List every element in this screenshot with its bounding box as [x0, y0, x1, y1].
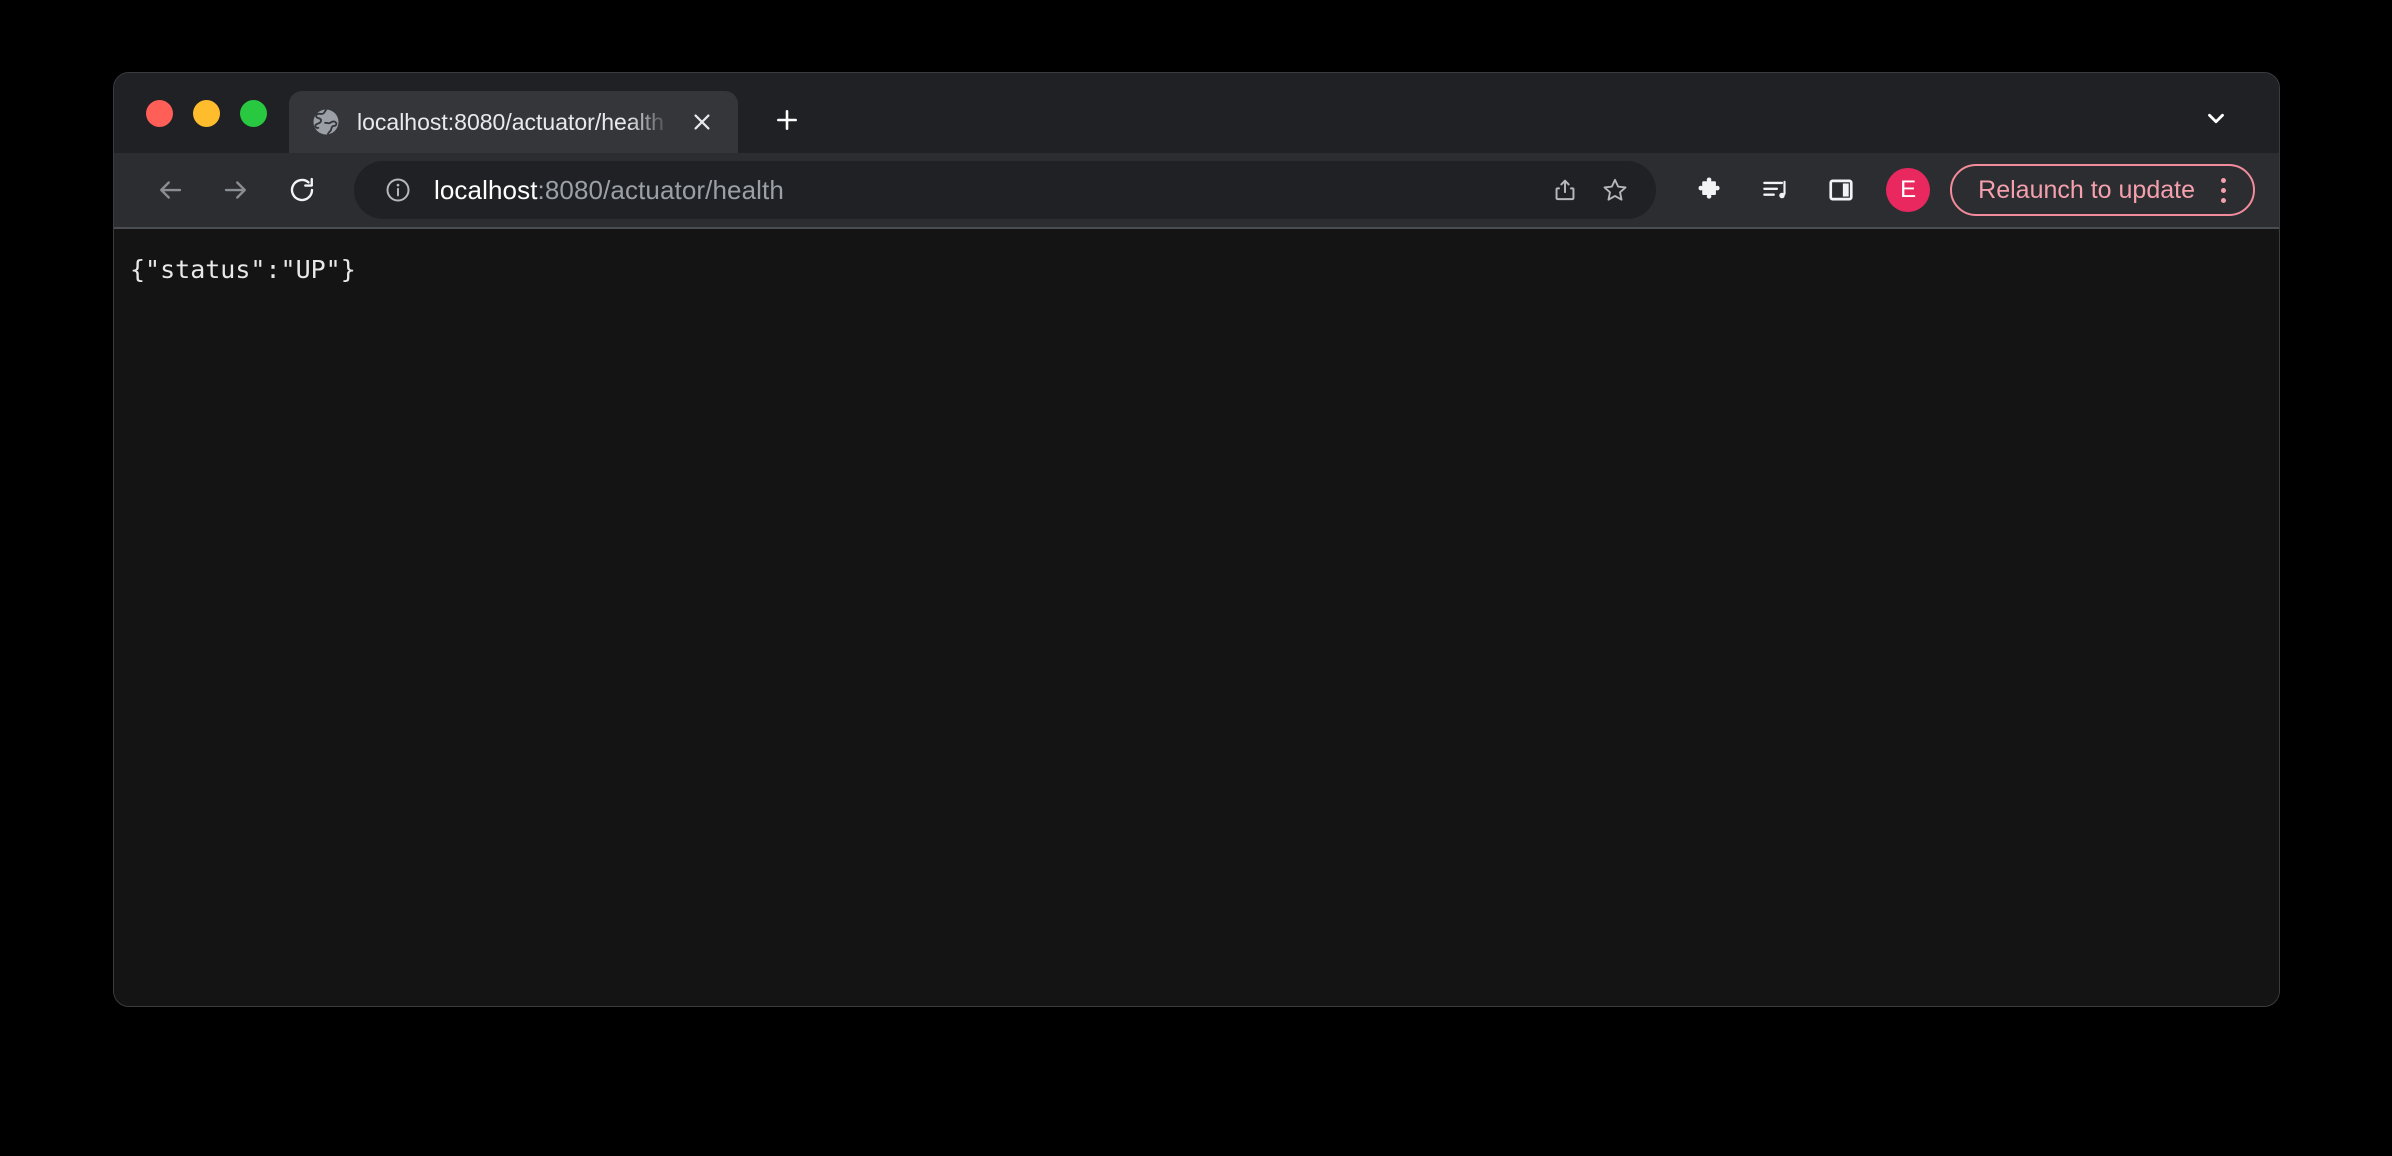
back-button[interactable] — [142, 162, 198, 218]
side-panel-button[interactable] — [1814, 163, 1868, 217]
dot — [2220, 187, 2226, 193]
share-button[interactable] — [1540, 165, 1590, 215]
json-response-body: {"status":"UP"} — [130, 255, 356, 284]
page-content-area: {"status":"UP"} — [114, 229, 2279, 1006]
address-bar[interactable]: localhost:8080/actuator/health — [354, 161, 1657, 219]
new-tab-button[interactable] — [760, 93, 814, 147]
side-panel-icon — [1827, 176, 1855, 204]
url-text: localhost:8080/actuator/health — [434, 175, 1540, 206]
tabs-area: localhost:8080/actuator/health — [289, 73, 2279, 153]
chevron-down-icon — [2203, 105, 2229, 131]
puzzle-piece-icon — [1694, 175, 1724, 205]
relaunch-to-update-button[interactable]: Relaunch to update — [1950, 164, 2255, 216]
dot — [2220, 177, 2226, 183]
forward-button[interactable] — [208, 162, 264, 218]
window-minimize-button[interactable] — [193, 99, 220, 127]
window-traffic-lights — [114, 73, 289, 153]
three-dots-vertical-icon[interactable] — [2205, 168, 2241, 212]
star-icon — [1601, 176, 1629, 204]
plus-icon — [774, 107, 800, 133]
arrow-left-icon — [155, 175, 185, 205]
relaunch-to-update-label: Relaunch to update — [1978, 175, 2195, 204]
arrow-right-icon — [221, 175, 251, 205]
tab-title-container: localhost:8080/actuator/health — [357, 105, 676, 139]
close-icon[interactable] — [682, 102, 722, 142]
reload-button[interactable] — [274, 162, 330, 218]
tab-title: localhost:8080/actuator/health — [357, 109, 664, 135]
share-icon — [1552, 177, 1578, 203]
url-path: :8080/actuator/health — [537, 174, 784, 205]
browser-window: localhost:8080/actuator/health localhost… — [113, 72, 2280, 1007]
info-circle-icon[interactable] — [378, 170, 418, 210]
media-playlist-icon — [1760, 175, 1790, 205]
window-close-button[interactable] — [146, 99, 173, 127]
avatar[interactable]: E — [1886, 168, 1931, 212]
window-maximize-button[interactable] — [240, 99, 267, 127]
browser-tab[interactable]: localhost:8080/actuator/health — [289, 91, 738, 153]
browser-toolbar: localhost:8080/actuator/health E Relaunc… — [114, 153, 2279, 229]
reload-icon — [287, 175, 317, 205]
tab-strip: localhost:8080/actuator/health — [114, 73, 2279, 153]
avatar-initial: E — [1900, 176, 1917, 203]
media-control-button[interactable] — [1748, 163, 1802, 217]
bookmark-button[interactable] — [1590, 165, 1640, 215]
url-host: localhost — [434, 174, 538, 205]
globe-icon — [311, 107, 341, 137]
dot — [2220, 197, 2226, 203]
extensions-button[interactable] — [1682, 163, 1736, 217]
tab-search-button[interactable] — [2189, 91, 2243, 145]
